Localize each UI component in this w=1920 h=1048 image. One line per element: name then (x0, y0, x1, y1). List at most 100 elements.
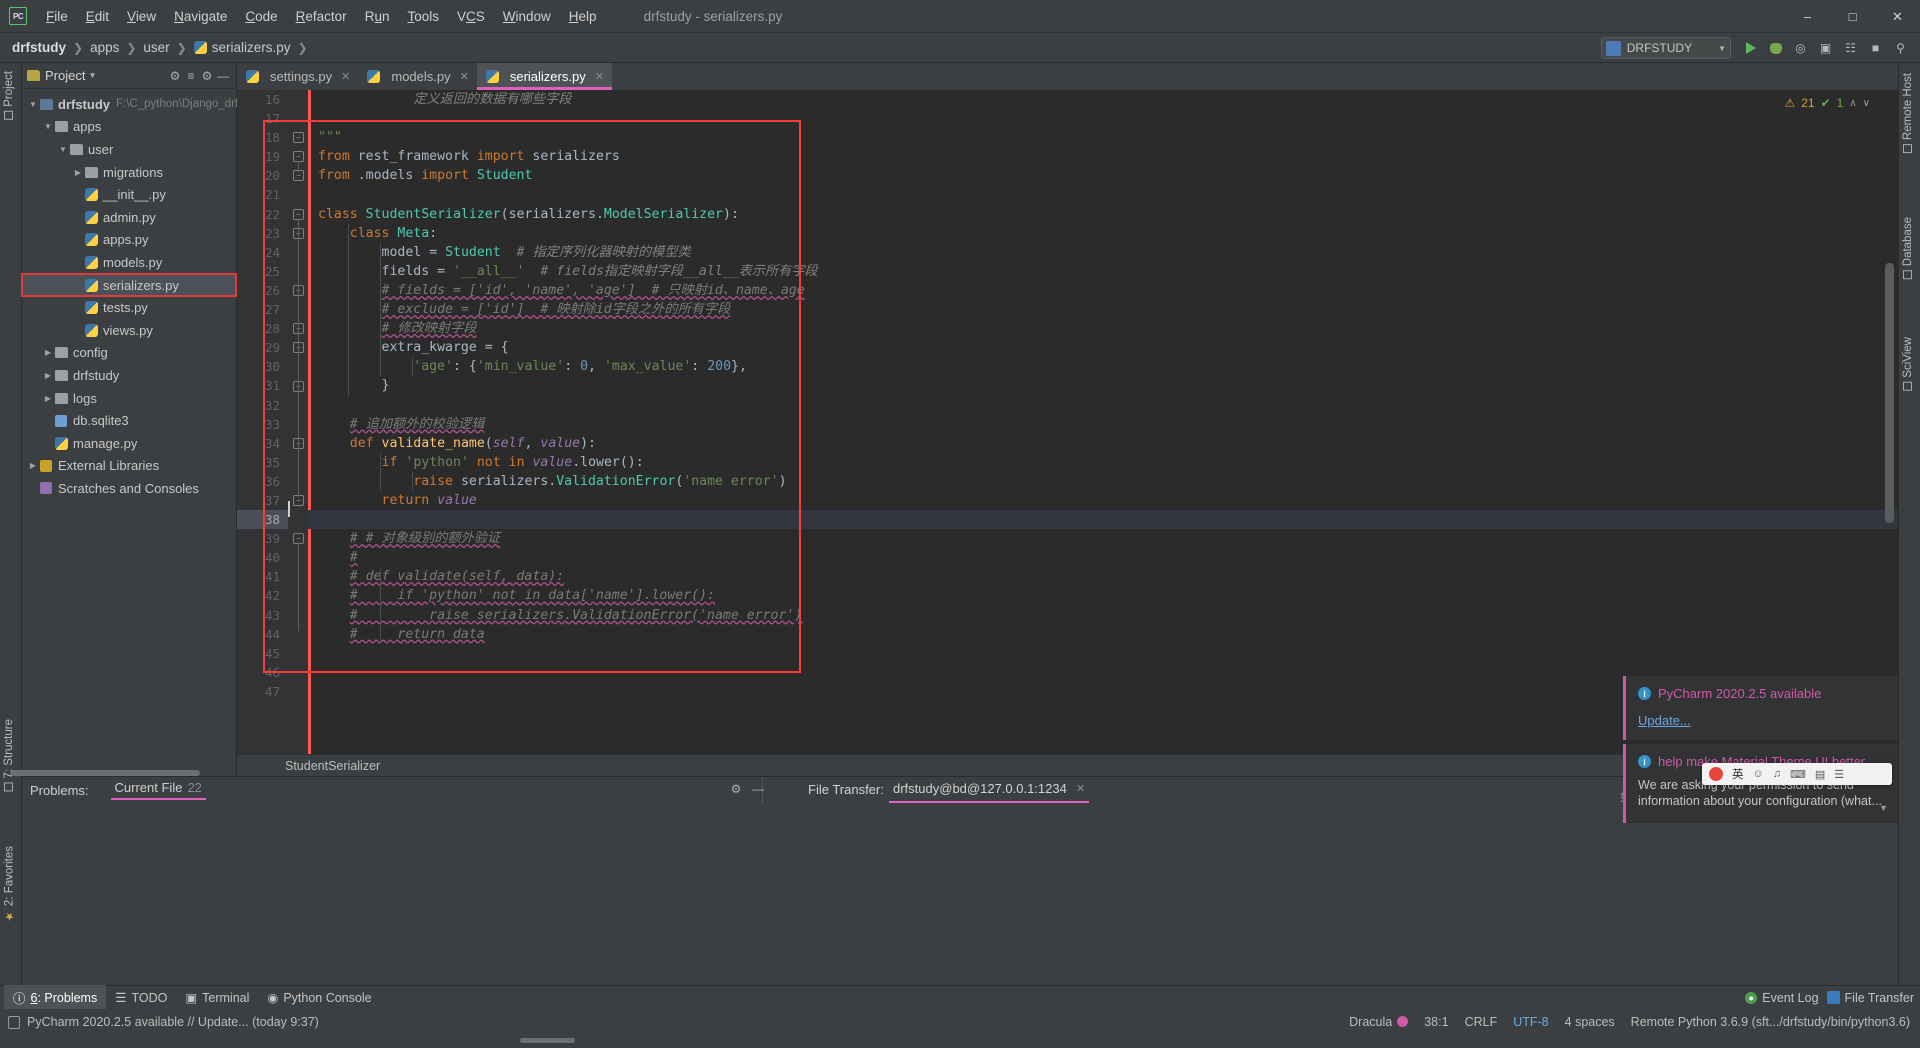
hide-panel-icon[interactable]: — (215, 68, 231, 84)
chevron-down-icon[interactable]: ▼ (88, 71, 96, 80)
line-number[interactable]: 36 (237, 472, 288, 491)
tab-file-transfer[interactable]: drfstudy@bd@127.0.0.1:1234 ✕ (889, 777, 1090, 803)
close-button[interactable]: ✕ (1875, 0, 1920, 33)
line-number[interactable]: 39 (237, 529, 288, 548)
tree-twisty-icon[interactable]: ▶ (71, 168, 85, 177)
tab-current-file[interactable]: Current File 22 (110, 780, 206, 800)
toolbox-icon[interactable]: ▤ (1815, 768, 1825, 781)
editor-tab-settings-py[interactable]: settings.py ✕ (237, 63, 359, 90)
line-number[interactable]: 17 (237, 109, 288, 128)
close-icon[interactable]: ✕ (460, 70, 469, 83)
line-number[interactable]: 25 (237, 262, 288, 281)
line-number[interactable]: 32 (237, 396, 288, 415)
menu-tools[interactable]: Tools (398, 5, 448, 28)
line-number[interactable]: 23 (237, 224, 288, 243)
tool-button-project[interactable]: Project (0, 67, 19, 124)
close-icon[interactable]: ✕ (1076, 782, 1085, 795)
code-line[interactable]: return value (308, 491, 1898, 510)
line-number[interactable]: 34 (237, 434, 288, 453)
tree-twisty-icon[interactable]: ▶ (26, 461, 40, 470)
more-icon[interactable]: ☰ (1834, 768, 1844, 781)
code-line[interactable]: # if 'python' not in data['name'].lower(… (308, 586, 1898, 605)
minimize-button[interactable]: – (1785, 0, 1830, 33)
editor-tab-serializers-py[interactable]: serializers.py ✕ (476, 63, 612, 90)
tool-button-database[interactable]: Database (1898, 213, 1918, 283)
line-number[interactable]: 41 (237, 567, 288, 586)
project-tree-item-serializers-py[interactable]: serializers.py (21, 272, 237, 298)
code-line[interactable]: extra_kwarge = { (308, 338, 1898, 357)
chevron-down-icon[interactable]: ▼ (1718, 44, 1726, 53)
menu-vcs[interactable]: VCS (448, 5, 494, 28)
line-number[interactable]: 45 (237, 644, 288, 663)
line-number[interactable]: 27 (237, 300, 288, 319)
notification-update-available[interactable]: i PyCharm 2020.2.5 available Update... (1623, 676, 1898, 740)
line-number[interactable]: 30 (237, 357, 288, 376)
code-line[interactable]: fields = '__all__' # fields指定映射字段__all__… (308, 262, 1898, 281)
code-line[interactable]: # fields = ['id', 'name', 'age'] # 只映射id… (308, 281, 1898, 300)
ime-toolbar[interactable]: 英 ☺ ♫ ⌨ ▤ ☰ (1702, 763, 1892, 785)
code-line[interactable] (308, 109, 1898, 128)
tree-twisty-icon[interactable]: ▼ (41, 122, 55, 131)
editor-tab-models-py[interactable]: models.py ✕ (358, 63, 477, 90)
code-line[interactable] (308, 185, 1898, 204)
tree-twisty-icon[interactable]: ▶ (41, 348, 55, 357)
line-number[interactable]: 33 (237, 415, 288, 434)
project-tree-item-config[interactable]: ▶ config (22, 342, 236, 365)
menu-navigate[interactable]: Navigate (165, 5, 236, 28)
panel-hide-icon[interactable]: — (750, 781, 766, 797)
breadcrumb-item-3[interactable]: serializers.py (212, 40, 291, 55)
tool-window-tab-todo[interactable]: ☰ TODO (106, 987, 176, 1008)
menu-window[interactable]: Window (494, 5, 560, 28)
run-configuration-selector[interactable]: DRFSTUDY ▼ (1600, 37, 1731, 59)
tree-twisty-icon[interactable]: ▶ (41, 394, 55, 403)
project-tree-item-admin-py[interactable]: admin.py (22, 206, 236, 229)
close-icon[interactable]: ✕ (341, 70, 350, 83)
line-number[interactable]: 19 (237, 147, 288, 166)
settings-gear-icon[interactable]: ⚙ (167, 68, 183, 84)
line-number[interactable]: 37 (237, 491, 288, 510)
tree-twisty-icon[interactable]: ▶ (41, 371, 55, 380)
line-number[interactable]: 16 (237, 90, 288, 109)
debug-button[interactable] (1764, 37, 1787, 60)
tool-button-remote-host[interactable]: Remote Host (1898, 69, 1918, 157)
code-line[interactable]: from .models import Student (308, 166, 1898, 185)
inspection-widget[interactable]: ⚠ 21 ✔ 1 ∧ ∨ (1784, 96, 1870, 110)
breadcrumb-item-2[interactable]: user (143, 40, 169, 55)
code-editor[interactable]: 16 17 18 19 20 21 22 23 24 25 26 27 28 29 30 31 32 33 34 35… (237, 90, 1898, 754)
menu-view[interactable]: View (118, 5, 165, 28)
project-tree-item-external-libraries[interactable]: ▶ External Libraries (22, 455, 236, 478)
code-line[interactable]: } (308, 376, 1898, 395)
line-number[interactable]: 38 (237, 510, 288, 530)
encoding-widget[interactable]: UTF-8 (1513, 1015, 1548, 1029)
prev-problem-icon[interactable]: ∧ (1849, 98, 1856, 109)
tree-twisty-icon[interactable]: ▼ (56, 145, 70, 154)
options-icon[interactable]: ⚙ (199, 68, 215, 84)
ime-mode-label[interactable]: 英 (1732, 766, 1744, 782)
code-line[interactable]: from rest_framework import serializers (308, 147, 1898, 166)
event-log-button[interactable]: ● Event Log (1745, 991, 1819, 1005)
panel-settings-gear-icon[interactable]: ⚙ (728, 781, 744, 797)
notification-bell-icon[interactable] (8, 1015, 20, 1029)
tool-window-tab-python-console[interactable]: ◉ Python Console (258, 987, 380, 1008)
sogou-icon[interactable] (1709, 767, 1723, 781)
tool-button-sciview[interactable]: SciView (1898, 333, 1918, 395)
code-line[interactable]: class Meta: (308, 224, 1898, 243)
project-tree-item-models-py[interactable]: models.py (22, 251, 236, 274)
code-line[interactable]: if 'python' not in value.lower(): (308, 453, 1898, 472)
file-transfer-button[interactable]: File Transfer (1826, 991, 1914, 1005)
line-number[interactable]: 26 (237, 281, 288, 300)
code-line[interactable]: # 修改映射字段 (308, 319, 1898, 338)
status-message[interactable]: PyCharm 2020.2.5 available // Update... … (27, 1015, 319, 1029)
line-number[interactable]: 42 (237, 586, 288, 605)
code-line[interactable] (308, 510, 1898, 530)
search-everywhere-icon[interactable]: ⚲ (1889, 37, 1912, 60)
menu-refactor[interactable]: Refactor (287, 5, 356, 28)
profile-button[interactable]: ▣ (1814, 37, 1837, 60)
project-tree-item-db-sqlite3[interactable]: db.sqlite3 (22, 409, 236, 432)
project-tree-item-migrations[interactable]: ▶ migrations (22, 161, 236, 184)
chevron-down-icon[interactable]: ▼ (1879, 803, 1888, 813)
project-tree-item-scratches-and-consoles[interactable]: Scratches and Consoles (22, 477, 236, 500)
maximize-button[interactable]: □ (1830, 0, 1875, 33)
next-problem-icon[interactable]: ∨ (1863, 98, 1870, 109)
project-tree-item-views-py[interactable]: views.py (22, 319, 236, 342)
